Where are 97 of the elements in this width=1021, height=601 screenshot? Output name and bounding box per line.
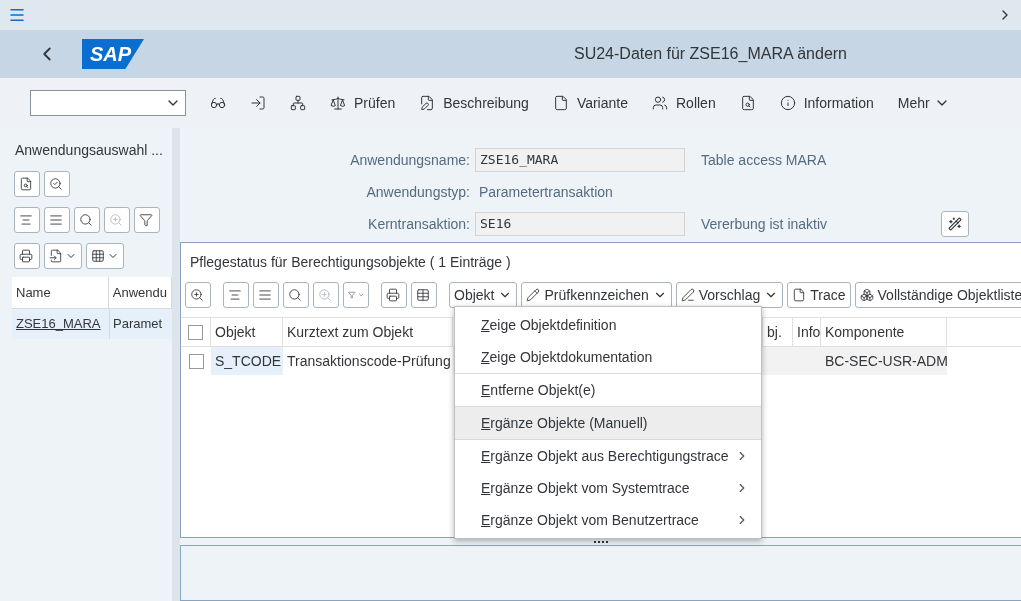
column-header[interactable]: bj. xyxy=(763,318,793,346)
menu-item[interactable]: Zeige Objektdokumentation xyxy=(455,341,761,373)
sort-ascending-icon xyxy=(19,213,33,227)
search-button[interactable] xyxy=(44,171,70,197)
search-icon xyxy=(288,288,302,302)
filter-button[interactable] xyxy=(134,207,160,233)
toolbar-button[interactable]: Objekt xyxy=(449,282,518,308)
pencil-icon xyxy=(526,288,541,302)
toolbar-button[interactable]: Vorschlag xyxy=(675,282,784,308)
scale-icon xyxy=(330,95,346,111)
search-button[interactable] xyxy=(283,282,309,308)
toolbar-button[interactable]: Variante xyxy=(544,88,636,118)
field-note: Vererbung ist inaktiv xyxy=(701,214,829,234)
filter-button[interactable] xyxy=(343,282,369,308)
arrow-in-icon xyxy=(250,95,266,111)
input-field[interactable]: SE16 xyxy=(475,212,685,236)
grip-icon xyxy=(593,540,608,543)
sort-descending-icon xyxy=(49,213,63,227)
table-cell: S_TCODE xyxy=(211,347,283,375)
layout-icon xyxy=(91,249,105,263)
layout-button[interactable] xyxy=(86,243,124,269)
sort-ascending-icon xyxy=(228,288,242,302)
menu-item[interactable]: Zeige Objektdefinition xyxy=(455,309,761,341)
people-icon xyxy=(652,95,668,111)
toolbar-button[interactable]: Rollen xyxy=(644,88,724,118)
info-icon xyxy=(779,95,796,111)
table-cell: BC-SEC-USR-ADM xyxy=(821,347,947,375)
field-value: Parametertransaktion xyxy=(478,182,614,202)
row-checkbox[interactable] xyxy=(188,353,204,369)
zoom-button[interactable] xyxy=(313,282,339,308)
export-icon xyxy=(49,249,63,263)
sidebar-title: Anwendungsauswahl ... xyxy=(15,141,164,160)
pen-line-icon xyxy=(680,288,695,302)
menu-item[interactable]: Entferne Objekt(e) xyxy=(455,374,761,406)
table-icon xyxy=(416,288,430,302)
sort-descending-button[interactable] xyxy=(44,207,70,233)
toolbar-button[interactable]: Information xyxy=(771,88,882,118)
search-button[interactable] xyxy=(74,207,100,233)
field-label: Kerntransaktion: xyxy=(367,214,471,234)
logo: SAP xyxy=(82,39,144,69)
input-field[interactable]: ZSE16_MARA xyxy=(475,148,685,172)
menu-icon[interactable] xyxy=(8,6,26,24)
page-icon xyxy=(792,288,807,302)
objects-icon xyxy=(859,288,874,302)
table-row[interactable]: ZSE16_MARA Paramet xyxy=(12,309,172,339)
edit-icon xyxy=(419,95,436,111)
search-icon xyxy=(49,177,63,191)
column-header[interactable]: Info xyxy=(793,318,821,346)
select-all-checkbox[interactable] xyxy=(188,324,203,340)
menu-item[interactable]: Ergänze Objekte (Manuell) xyxy=(455,407,761,439)
more-button[interactable]: Mehr xyxy=(889,92,958,114)
page-icon xyxy=(552,95,569,111)
menu-item[interactable]: Ergänze Objekt aus Berechtigungstrace xyxy=(455,440,761,472)
menu-item[interactable]: Ergänze Objekt vom Benutzertrace xyxy=(455,504,761,536)
print-button[interactable] xyxy=(14,243,40,269)
wizard-button[interactable] xyxy=(941,211,969,237)
toolbar-button[interactable]: Vollständige Objektliste xyxy=(854,282,1021,308)
column-header[interactable]: Anwendu xyxy=(108,277,172,308)
menu-item[interactable]: Ergänze Objekt vom Systemtrace xyxy=(455,472,761,504)
find-button[interactable] xyxy=(14,171,40,197)
sort-ascending-button[interactable] xyxy=(14,207,40,233)
window-title: SU24-Daten für ZSE16_MARA ändern xyxy=(573,44,848,64)
find-icon xyxy=(19,177,33,191)
column-header[interactable]: Kurztext zum Objekt xyxy=(283,318,453,346)
zoom-button[interactable] xyxy=(185,282,211,308)
toolbar-button[interactable]: Beschreibung xyxy=(411,88,537,118)
toolbar-button[interactable]: Prüfkennzeichen xyxy=(521,282,672,308)
toolbar-button[interactable]: Trace xyxy=(787,282,851,308)
magic-wand-icon xyxy=(948,217,962,231)
hierarchy-icon xyxy=(290,95,306,111)
toolbar-button[interactable]: Prüfen xyxy=(322,88,404,118)
sort-descending-icon xyxy=(258,288,272,302)
sort-ascending-button[interactable] xyxy=(223,282,249,308)
field-label: Anwendungsname: xyxy=(349,150,471,170)
print-icon xyxy=(19,249,33,263)
zoom-button[interactable] xyxy=(104,207,130,233)
print-icon xyxy=(386,288,400,302)
print-button[interactable] xyxy=(381,282,407,308)
table-cell-text: Paramet xyxy=(113,315,163,334)
link-text[interactable]: ZSE16_MARA xyxy=(16,314,101,334)
table-button[interactable] xyxy=(411,282,437,308)
filter-icon xyxy=(139,213,153,227)
panel-title: Pflegestatus für Berechtigungsobjekte ( 1 Einträge ) xyxy=(189,253,512,272)
export-button[interactable] xyxy=(44,243,82,269)
column-header[interactable]: Komponente xyxy=(821,318,947,346)
command-field[interactable] xyxy=(30,90,186,116)
column-header[interactable]: Objekt xyxy=(211,318,283,346)
field-note: Table access MARA xyxy=(701,150,828,170)
zoom-icon xyxy=(318,288,332,302)
doc-search-icon xyxy=(739,95,756,111)
search-icon xyxy=(79,213,93,227)
sort-descending-button[interactable] xyxy=(253,282,279,308)
glasses-icon xyxy=(210,95,226,111)
zoom-icon xyxy=(109,213,123,227)
field-label: Anwendungstyp: xyxy=(365,182,471,202)
column-header[interactable]: Name xyxy=(12,277,109,308)
zoom-icon xyxy=(190,288,204,302)
